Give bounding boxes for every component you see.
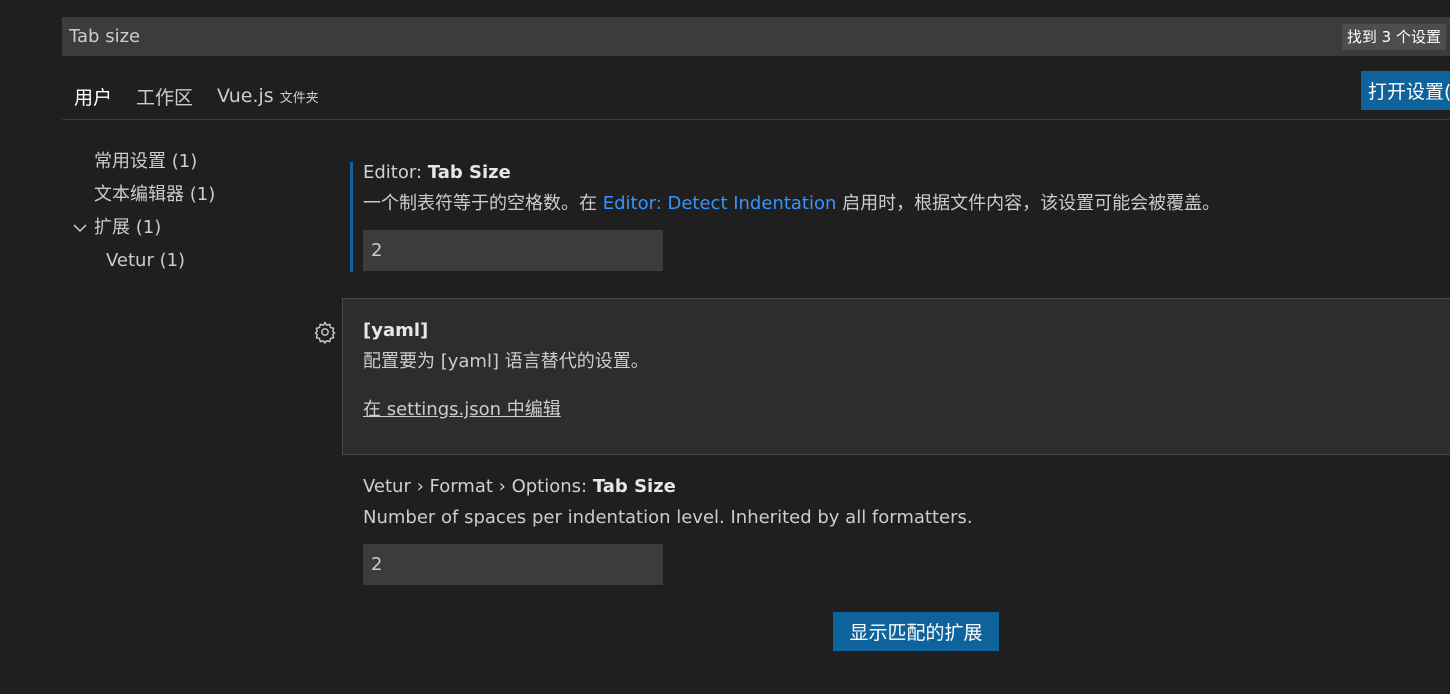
tab-folder-label: Vue.js bbox=[217, 85, 274, 107]
tab-workspace-label: 工作区 bbox=[136, 86, 194, 109]
toc-item-extensions[interactable]: 扩展 (1) bbox=[62, 211, 322, 244]
setting-name: [yaml] bbox=[363, 320, 429, 341]
toc-item-vetur[interactable]: Vetur (1) bbox=[62, 244, 322, 277]
setting-category: Editor: bbox=[363, 162, 428, 183]
toc-item-text-editor[interactable]: 文本编辑器 (1) bbox=[62, 178, 322, 211]
settings-scope-tabs: 用户 工作区 Vue.js 文件夹 bbox=[62, 72, 331, 120]
toc-item-label: 常用设置 (1) bbox=[94, 151, 198, 172]
setting-category: Vetur › Format › Options: bbox=[363, 476, 593, 497]
open-settings-json-button[interactable]: 打开设置(json) bbox=[1361, 71, 1450, 110]
setting-title: Vetur › Format › Options: Tab Size bbox=[363, 476, 1450, 498]
show-matching-extensions-button[interactable]: 显示匹配的扩展 bbox=[833, 612, 999, 651]
setting-description: 一个制表符等于的空格数。在 Editor: Detect Indentation… bbox=[363, 193, 1450, 215]
edit-in-settings-json-link[interactable]: 在 settings.json 中编辑 bbox=[363, 395, 561, 421]
settings-editor: 找到 3 个设置 ≡ 用户 工作区 Vue.js 文件夹 打开设置(json) … bbox=[0, 0, 1450, 694]
search-input[interactable] bbox=[62, 17, 1342, 56]
setting-desc-text: 一个制表符等于的空格数。在 bbox=[363, 193, 603, 214]
tab-user-label: 用户 bbox=[74, 86, 113, 109]
setting-desc-text: 启用时，根据文件内容，该设置可能会被覆盖。 bbox=[836, 193, 1221, 214]
setting-name: Tab Size bbox=[427, 162, 511, 183]
setting-description: Number of spaces per indentation level. … bbox=[363, 507, 973, 528]
result-count-badge: 找到 3 个设置 bbox=[1341, 23, 1446, 50]
tab-size-input[interactable] bbox=[363, 230, 663, 271]
toc-item-label: Vetur (1) bbox=[106, 250, 186, 271]
setting-name: Tab Size bbox=[592, 476, 676, 497]
setting-vetur-tab-size: Vetur › Format › Options: Tab Size Numbe… bbox=[350, 476, 1450, 585]
toc-item-label: 扩展 (1) bbox=[94, 217, 162, 238]
search-bar: 找到 3 个设置 ≡ bbox=[62, 17, 1450, 56]
tab-user[interactable]: 用户 bbox=[62, 72, 125, 120]
vetur-tab-size-input[interactable] bbox=[363, 544, 663, 585]
setting-description: 配置要为 [yaml] 语言替代的设置。 bbox=[363, 351, 649, 372]
gear-icon[interactable] bbox=[313, 320, 337, 345]
setting-title: Editor: Tab Size bbox=[363, 162, 1450, 184]
chevron-down-icon[interactable] bbox=[68, 211, 92, 244]
setting-editor-tab-size: Editor: Tab Size 一个制表符等于的空格数。在 Editor: D… bbox=[350, 162, 1450, 272]
detect-indentation-link[interactable]: Editor: Detect Indentation bbox=[603, 193, 837, 214]
tab-folder-suffix: 文件夹 bbox=[279, 90, 319, 106]
tab-folder[interactable]: Vue.js 文件夹 bbox=[205, 72, 331, 120]
setting-title: [yaml] bbox=[363, 320, 1450, 342]
toc-item-common[interactable]: 常用设置 (1) bbox=[62, 145, 322, 178]
tab-workspace[interactable]: 工作区 bbox=[124, 72, 205, 120]
setting-yaml-override: [yaml] 配置要为 [yaml] 语言替代的设置。 在 settings.j… bbox=[342, 298, 1450, 455]
settings-toc: 常用设置 (1) 文本编辑器 (1) 扩展 (1) Vetur (1) bbox=[62, 145, 322, 277]
tabs-divider bbox=[62, 119, 1450, 120]
toc-item-label: 文本编辑器 (1) bbox=[94, 184, 216, 205]
